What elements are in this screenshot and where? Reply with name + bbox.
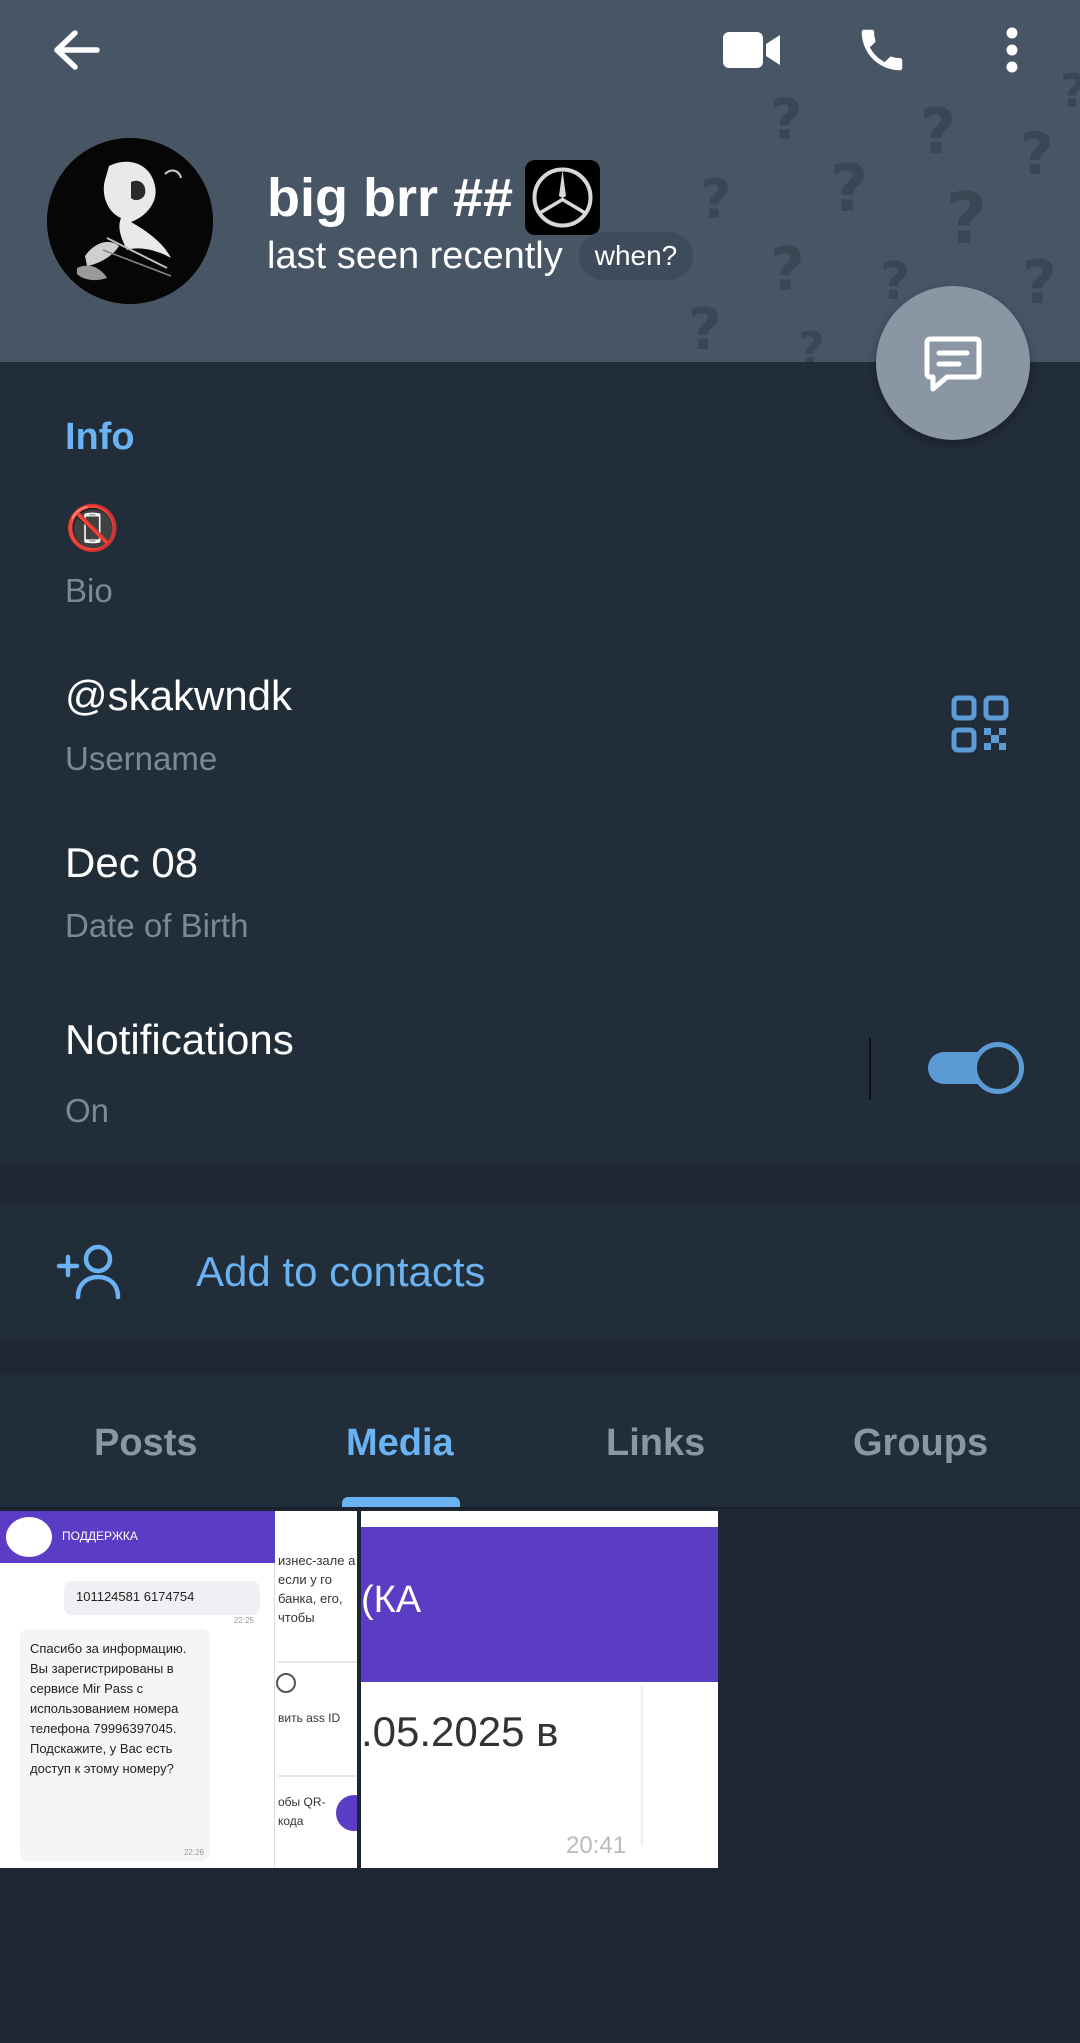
phone-call-button[interactable]: [846, 14, 918, 86]
tab-groups[interactable]: Groups: [853, 1422, 988, 1465]
divider: [278, 1661, 357, 1663]
screenshot-time: 22:25: [233, 1616, 254, 1625]
screenshot-header: ПОДДЕРЖКА: [0, 1511, 275, 1563]
pattern-question-mark: ?: [770, 88, 803, 153]
pattern-question-mark: ?: [1020, 120, 1054, 188]
contact-name-text: big brr ##: [267, 167, 514, 228]
add-to-contacts-button[interactable]: Add to contacts: [0, 1204, 1080, 1340]
mercedes-star-icon: [532, 167, 593, 228]
pattern-question-mark: ?: [798, 322, 825, 362]
last-seen-text: last seen recently: [267, 234, 563, 277]
mercedes-logo-emoji: [525, 160, 601, 235]
screenshot-header: (КА: [361, 1527, 718, 1682]
screenshot-side-panel: изнес-зале а если у го банка, его, чтобы…: [276, 1511, 357, 1868]
dob-value: Dec 08: [65, 839, 199, 886]
last-seen-status: last seen recently when?: [267, 232, 694, 280]
bio-label: Bio: [65, 572, 113, 609]
notifications-title[interactable]: Notifications: [65, 1016, 294, 1064]
screenshot-time: 22:26: [183, 1848, 204, 1857]
avatar[interactable]: [47, 138, 213, 304]
info-section-title: Info: [65, 416, 135, 458]
back-arrow-icon: [54, 30, 100, 70]
screenshot-time: 20:41: [566, 1832, 627, 1859]
when-button[interactable]: when?: [578, 232, 694, 280]
screenshot-date: .05.2025 в: [361, 1708, 559, 1755]
screenshot-side-text: изнес-зале а если у го банка, его, чтобы: [278, 1553, 356, 1625]
screenshot-side-text-2: вить ass ID: [278, 1711, 341, 1725]
pattern-question-mark: ?: [770, 235, 805, 305]
divider: [869, 1038, 871, 1100]
pattern-question-mark: ?: [1022, 248, 1057, 318]
contact-name: big brr ##: [267, 160, 601, 235]
tab-media[interactable]: Media: [346, 1422, 454, 1465]
media-grid: ПОДДЕРЖКА 101124581 6174754 22:25 Спасиб…: [0, 1509, 1080, 2043]
pattern-question-mark: ?: [920, 95, 956, 168]
tab-posts[interactable]: Posts: [94, 1422, 197, 1465]
screenshot-title: (КА: [361, 1579, 422, 1621]
divider: [641, 1686, 643, 1846]
info-section: Info 📵 Bio @skakwndk Username Dec 08 Dat…: [0, 362, 1080, 1164]
screenshot-circle-icon: [276, 1673, 296, 1693]
screenshot-side-text-3: обы QR-кода: [278, 1795, 326, 1828]
phone-icon: [861, 29, 903, 71]
tab-links[interactable]: Links: [606, 1422, 705, 1465]
back-button[interactable]: [40, 14, 112, 86]
screenshot-bubble-message: Спасибо за информацию. Вы зарегистрирова…: [20, 1629, 210, 1861]
qr-code-icon[interactable]: [950, 694, 1010, 754]
screenshot-body: .05.2025 в 20:41: [361, 1682, 718, 1868]
more-vertical-icon: [1006, 27, 1018, 73]
pattern-question-mark: ?: [1060, 64, 1080, 118]
toggle-knob: [972, 1042, 1024, 1094]
screenshot-message: Спасибо за информацию. Вы зарегистрирова…: [30, 1641, 187, 1776]
screenshot-title: ПОДДЕРЖКА: [62, 1529, 138, 1543]
avatar-image: [47, 138, 213, 304]
message-icon: [924, 336, 982, 392]
media-thumbnail[interactable]: ПОДДЕРЖКА 101124581 6174754 22:25 Спасиб…: [0, 1511, 357, 1868]
screenshot-chat-panel: ПОДДЕРЖКА 101124581 6174754 22:25 Спасиб…: [0, 1511, 275, 1868]
username-value[interactable]: @skakwndk: [65, 672, 292, 720]
screenshot-bubble-number: 101124581 6174754 22:25: [64, 1581, 260, 1625]
bio-value: 📵: [65, 504, 120, 553]
media-thumbnail[interactable]: (КА .05.2025 в 20:41: [361, 1511, 718, 1868]
dob-label: Date of Birth: [65, 907, 249, 944]
add-user-icon: [56, 1244, 121, 1300]
video-call-button[interactable]: [716, 14, 788, 86]
username-label: Username: [65, 740, 218, 777]
active-tab-indicator: [342, 1497, 460, 1507]
screenshot-logo: [6, 1517, 52, 1557]
pattern-question-mark: ?: [688, 295, 722, 362]
notifications-status: On: [65, 1092, 110, 1129]
pattern-question-mark: ?: [946, 178, 987, 260]
shared-media-tabs: Posts Media Links Groups: [0, 1375, 1080, 1509]
notifications-toggle[interactable]: [928, 1042, 1024, 1094]
divider: [278, 1775, 357, 1777]
add-to-contacts-label: Add to contacts: [196, 1248, 486, 1295]
video-call-icon: [723, 32, 780, 68]
pattern-question-mark: ?: [700, 168, 732, 231]
send-message-button[interactable]: [876, 286, 1030, 440]
pattern-question-mark: ?: [830, 150, 869, 227]
more-options-button[interactable]: [977, 14, 1047, 86]
screenshot-number: 101124581 6174754: [76, 1589, 195, 1604]
